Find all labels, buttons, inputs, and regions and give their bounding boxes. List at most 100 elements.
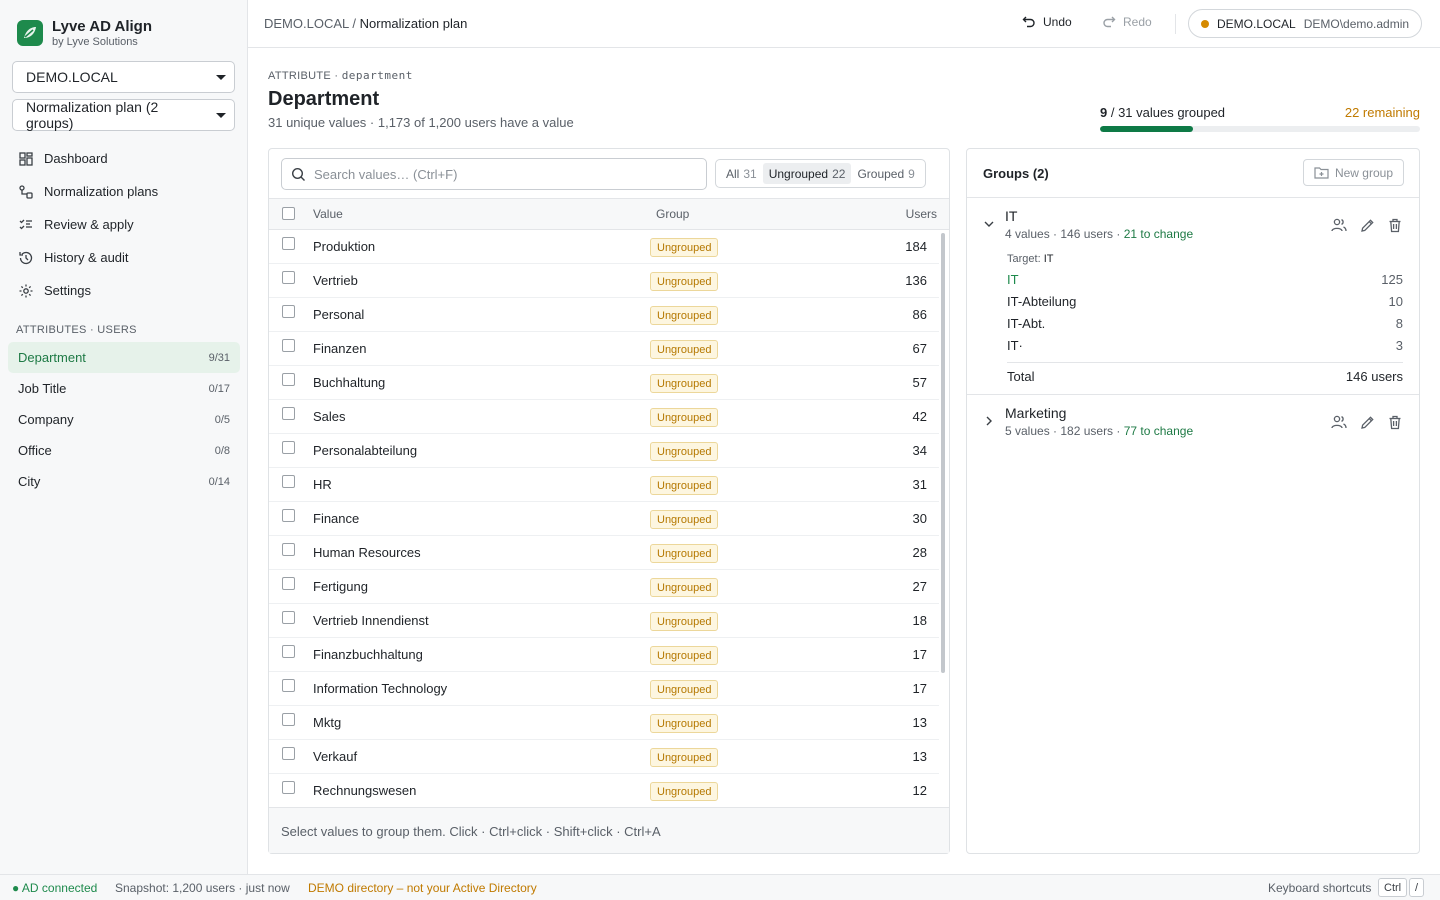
status-bar: ● AD connected Snapshot: 1,200 users · j… (0, 874, 1440, 900)
table-row[interactable]: Personal Ungrouped 86 (269, 298, 939, 332)
value-cell: Finanzen (313, 341, 367, 356)
nav-item-review-apply[interactable]: Review & apply (8, 208, 240, 241)
row-checkbox[interactable] (282, 679, 295, 692)
chevron-right-icon[interactable] (983, 415, 995, 427)
table-row[interactable]: Personalabteilung Ungrouped 34 (269, 434, 939, 468)
chevron-down-icon[interactable] (983, 218, 995, 230)
nav-item-label: Settings (44, 283, 91, 298)
table-row[interactable]: Sales Ungrouped 42 (269, 400, 939, 434)
group-target-value: IT (1043, 253, 1054, 265)
scrollbar[interactable] (941, 233, 946, 803)
group-member[interactable]: IT-Abteilung 10 (1007, 294, 1403, 316)
table-row[interactable]: Vertrieb Ungrouped 136 (269, 264, 939, 298)
table-row[interactable]: Buchhaltung Ungrouped 57 (269, 366, 939, 400)
value-cell: Verkauf (313, 749, 358, 764)
keyboard-shortcuts-link[interactable]: Keyboard shortcuts (1268, 881, 1371, 895)
nav-item-dashboard[interactable]: Dashboard (8, 142, 240, 175)
nav-item-settings[interactable]: Settings (8, 274, 240, 307)
nav-item-normalization-plans[interactable]: Normalization plans (8, 175, 240, 208)
row-checkbox[interactable] (282, 543, 295, 556)
review-icon (18, 217, 34, 233)
scrollbar-thumb[interactable] (941, 233, 945, 673)
attribute-item-company[interactable]: Company 0/5 (8, 404, 240, 435)
top-bar: DEMO.LOCAL / Normalization plan Undo Red… (248, 0, 1440, 48)
row-checkbox[interactable] (282, 407, 295, 420)
status-badge: Ungrouped (650, 340, 719, 359)
connection-pill[interactable]: DEMO.LOCAL DEMO\demo.admin (1188, 9, 1423, 38)
row-checkbox[interactable] (282, 475, 295, 488)
row-checkbox[interactable] (282, 373, 295, 386)
nav-item-history-audit[interactable]: History & audit (8, 241, 240, 274)
connection-status-dot (1201, 19, 1209, 28)
group-member[interactable]: IT 125 (1007, 272, 1403, 294)
value-cell: Human Resources (313, 545, 421, 560)
trash-icon[interactable] (1381, 412, 1409, 432)
row-checkbox[interactable] (282, 645, 295, 658)
table-row[interactable]: Mktg Ungrouped 13 (269, 706, 939, 740)
trash-icon[interactable] (1381, 215, 1409, 235)
domain-select[interactable]: DEMO.LOCAL (12, 61, 235, 93)
filter-grouped[interactable]: Grouped 9 (851, 163, 920, 184)
plan-select[interactable]: Normalization plan (2 groups) (12, 99, 235, 131)
row-checkbox[interactable] (282, 271, 295, 284)
group-member[interactable]: IT-Abt. 8 (1007, 316, 1403, 338)
table-row[interactable]: Vertrieb Innendienst Ungrouped 18 (269, 604, 939, 638)
sidebar: Lyve AD Align by Lyve Solutions DEMO.LOC… (0, 0, 248, 874)
row-checkbox[interactable] (282, 747, 295, 760)
row-checkbox[interactable] (282, 441, 295, 454)
column-header-value[interactable]: Value (313, 207, 343, 221)
column-header-group[interactable]: Group (656, 207, 689, 221)
table-row[interactable]: Verkauf Ungrouped 13 (269, 740, 939, 774)
kbd-slash: / (1409, 878, 1425, 897)
attribute-item-job-title[interactable]: Job Title 0/17 (8, 373, 240, 404)
row-checkbox[interactable] (282, 713, 295, 726)
edit-icon[interactable] (1353, 412, 1381, 432)
member-label: IT· (1007, 338, 1023, 353)
status-badge: Ungrouped (650, 578, 719, 597)
kbd-ctrl: Ctrl (1378, 878, 1408, 897)
table-row[interactable]: Finance Ungrouped 30 (269, 502, 939, 536)
row-checkbox[interactable] (282, 305, 295, 318)
users-icon[interactable] (1325, 215, 1353, 235)
group-member[interactable]: IT· 3 (1007, 338, 1403, 360)
table-row[interactable]: Produktion Ungrouped 184 (269, 230, 939, 264)
row-checkbox[interactable] (282, 339, 295, 352)
attribute-item-city[interactable]: City 0/14 (8, 466, 240, 497)
new-group-button[interactable]: New group (1302, 159, 1404, 186)
row-checkbox[interactable] (282, 577, 295, 590)
row-checkbox[interactable] (282, 781, 295, 794)
table-row[interactable]: Finanzbuchhaltung Ungrouped 17 (269, 638, 939, 672)
table-row[interactable]: Rechnungswesen Ungrouped 12 (269, 774, 939, 806)
attribute-count: 0/14 (208, 475, 230, 488)
row-checkbox[interactable] (282, 611, 295, 624)
table-row[interactable]: Information Technology Ungrouped 17 (269, 672, 939, 706)
users-cell: 17 (912, 681, 927, 696)
edit-icon[interactable] (1353, 215, 1381, 235)
table-row[interactable]: Human Resources Ungrouped 28 (269, 536, 939, 570)
column-header-users[interactable]: Users (906, 207, 937, 221)
search-placeholder: Search values… (Ctrl+F) (314, 166, 458, 182)
chevron-down-icon (216, 75, 226, 80)
breadcrumb-current: Normalization plan (359, 16, 468, 31)
users-cell: 34 (912, 443, 927, 458)
undo-button[interactable]: Undo (1022, 15, 1072, 29)
attribute-item-department[interactable]: Department 9/31 (8, 342, 240, 373)
row-checkbox[interactable] (282, 237, 295, 250)
search-input[interactable]: Search values… (Ctrl+F) (281, 158, 707, 190)
member-count: 3 (1395, 338, 1403, 353)
breadcrumb-root[interactable]: DEMO.LOCAL (264, 16, 349, 31)
users-icon[interactable] (1325, 412, 1353, 432)
table-row[interactable]: HR Ungrouped 31 (269, 468, 939, 502)
row-checkbox[interactable] (282, 509, 295, 522)
app-logo-icon (17, 20, 43, 46)
filter-ungrouped[interactable]: Ungrouped 22 (762, 163, 852, 184)
filter-all[interactable]: All 31 (720, 163, 763, 184)
table-row[interactable]: Fertigung Ungrouped 27 (269, 570, 939, 604)
redo-button[interactable]: Redo (1102, 15, 1152, 29)
app-subtitle: by Lyve Solutions (52, 35, 138, 48)
nav-item-label: Review & apply (44, 217, 134, 232)
attribute-item-office[interactable]: Office 0/8 (8, 435, 240, 466)
table-row[interactable]: Finanzen Ungrouped 67 (269, 332, 939, 366)
nav-item-label: History & audit (44, 250, 129, 265)
select-all-checkbox[interactable] (282, 207, 295, 220)
